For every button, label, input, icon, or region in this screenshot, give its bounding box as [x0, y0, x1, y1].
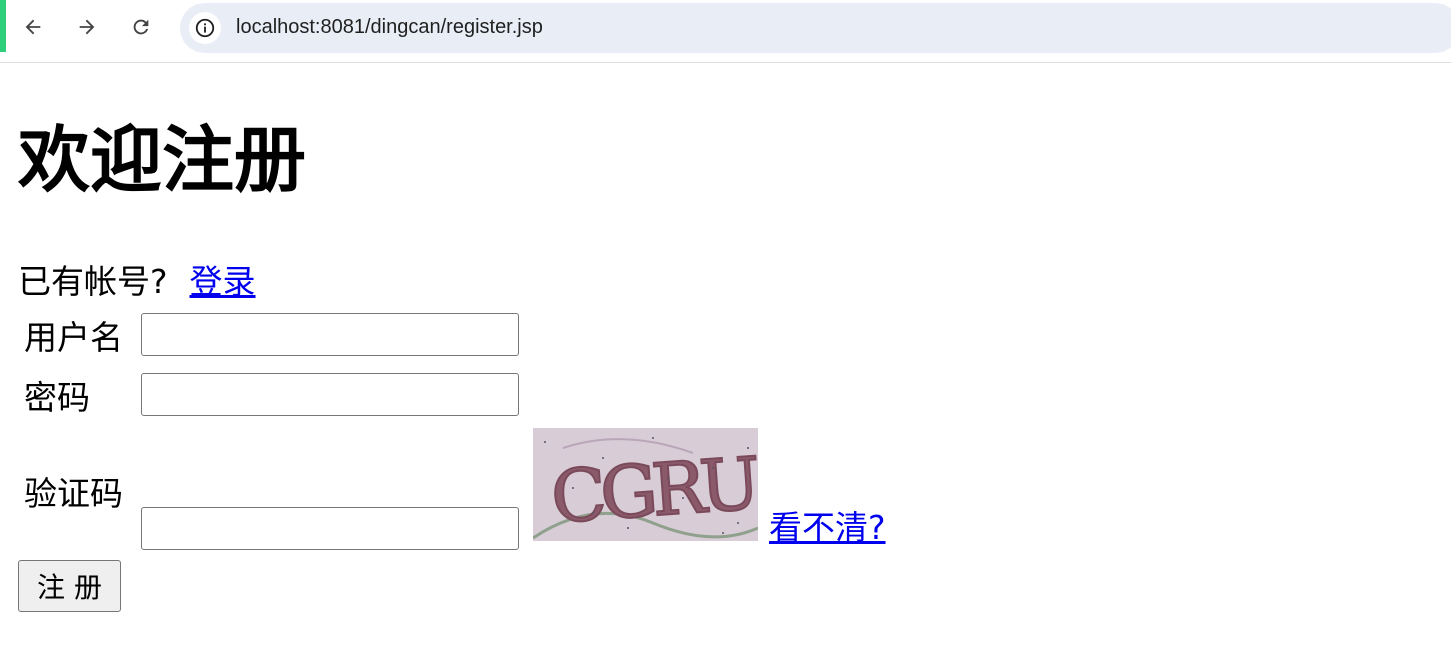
arrow-right-icon — [79, 19, 95, 35]
page-title: 欢迎注册 — [18, 118, 307, 202]
login-link[interactable]: 登录 — [190, 262, 256, 301]
username-label: 用户名 — [24, 318, 123, 357]
back-button[interactable] — [16, 10, 50, 44]
site-info-button[interactable] — [189, 12, 221, 44]
captcha-text: CGRU — [549, 441, 758, 539]
browser-toolbar: localhost:8081/dingcan/register.jsp — [0, 0, 1451, 63]
forward-button[interactable] — [70, 10, 104, 44]
username-input[interactable] — [141, 313, 519, 356]
captcha-graphic: CGRU — [533, 428, 758, 541]
info-icon — [195, 18, 215, 38]
reload-icon — [133, 19, 149, 35]
address-bar[interactable]: localhost:8081/dingcan/register.jsp — [180, 3, 1451, 53]
reload-button[interactable] — [124, 10, 158, 44]
captcha-image[interactable]: CGRU — [533, 428, 758, 541]
captcha-label: 验证码 — [24, 474, 123, 513]
register-button[interactable]: 注 册 — [18, 560, 121, 612]
password-input[interactable] — [141, 373, 519, 416]
captcha-input[interactable] — [141, 507, 519, 550]
have-account-text: 已有帐号? — [18, 262, 168, 301]
url-text[interactable]: localhost:8081/dingcan/register.jsp — [236, 16, 543, 39]
tab-accent-bar — [0, 0, 6, 52]
password-label: 密码 — [24, 378, 90, 417]
login-prompt: 已有帐号? 登录 — [18, 262, 256, 302]
arrow-left-icon — [25, 19, 41, 35]
refresh-captcha-link[interactable]: 看不清? — [769, 508, 886, 548]
